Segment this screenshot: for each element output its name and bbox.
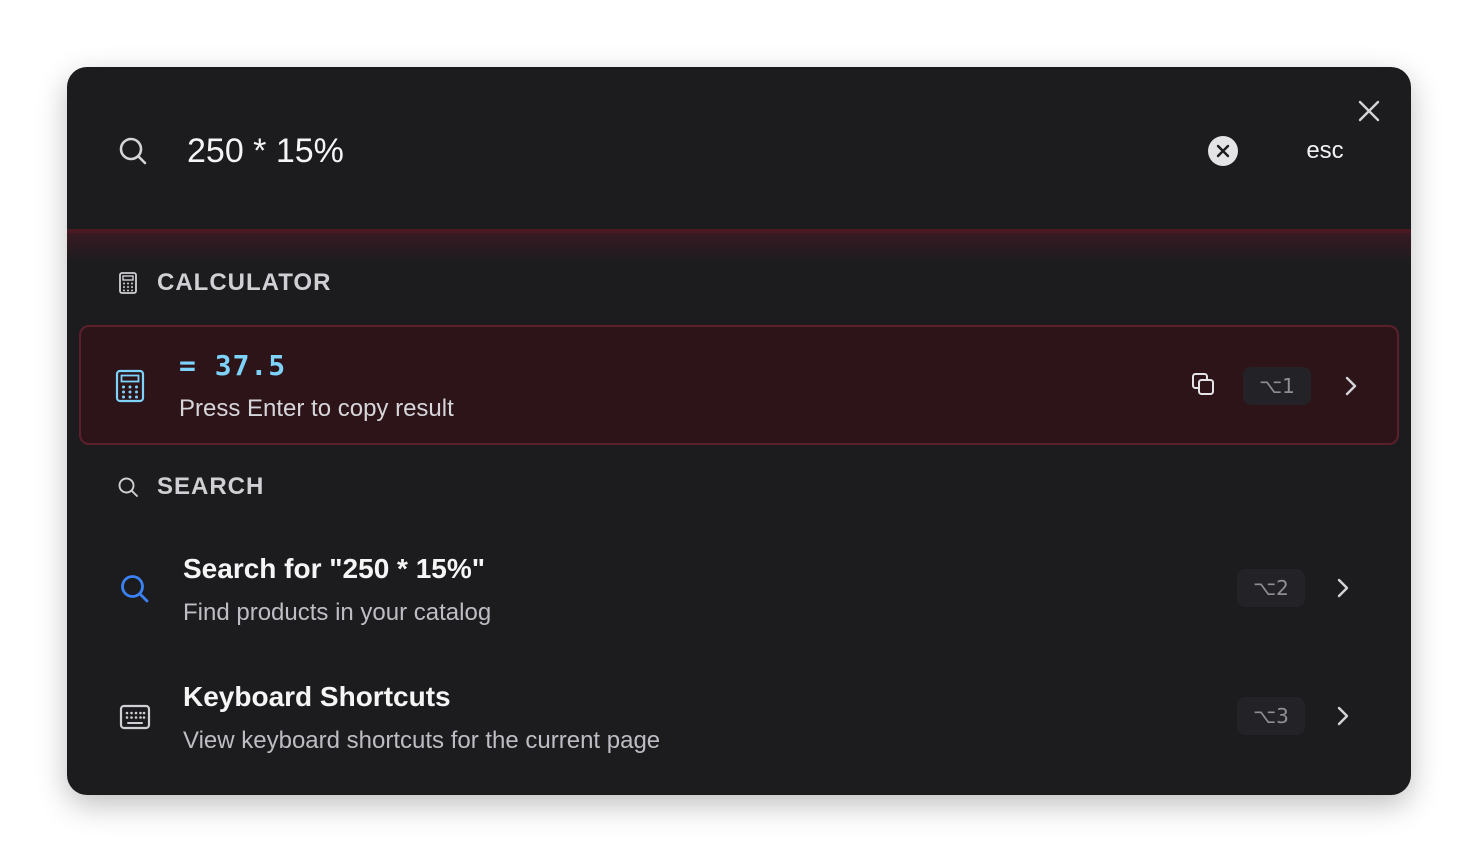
chevron-right-icon[interactable] — [1335, 705, 1351, 732]
item-title: Search for "250 * 15%" — [183, 553, 486, 584]
chevron-right-icon[interactable] — [1335, 577, 1351, 604]
esc-button[interactable]: esc — [1287, 136, 1363, 166]
copy-icon — [1192, 373, 1214, 395]
keyboard-shortcuts-item[interactable]: Keyboard Shortcuts View keyboard shortcu… — [79, 661, 1399, 771]
calculator-result-item[interactable]: = 37.5 Press Enter to copy result ⌥1 — [79, 325, 1399, 445]
item-title: Keyboard Shortcuts — [183, 681, 451, 712]
calculator-icon — [119, 272, 137, 294]
section-label: SEARCH — [157, 473, 265, 500]
command-palette: esc CALCULATOR = 37.5 Press Enter to cop… — [67, 67, 1411, 795]
section-label: CALCULATOR — [157, 269, 332, 296]
item-subtitle: Find products in your catalog — [183, 599, 492, 626]
shortcut-badge: ⌥2 — [1237, 569, 1305, 607]
keyboard-icon — [119, 704, 151, 730]
clear-icon — [1216, 144, 1230, 158]
calculator-icon — [115, 369, 145, 403]
calculator-section-heading: CALCULATOR — [117, 268, 331, 298]
search-icon — [118, 477, 138, 497]
shortcut-badge: ⌥1 — [1243, 367, 1311, 405]
search-input[interactable] — [187, 125, 1187, 177]
search-bar: esc — [67, 67, 1411, 231]
search-icon — [121, 575, 149, 603]
search-icon — [117, 135, 149, 167]
calculator-result-value: = 37.5 — [179, 349, 287, 382]
calculator-result-hint: Press Enter to copy result — [179, 395, 454, 422]
copy-button[interactable] — [1191, 372, 1215, 401]
search-products-item[interactable]: Search for "250 * 15%" Find products in … — [79, 533, 1399, 643]
chevron-right-icon[interactable] — [1343, 375, 1359, 402]
clear-search-button[interactable] — [1208, 136, 1238, 166]
search-section-heading: SEARCH — [117, 472, 264, 502]
item-subtitle: View keyboard shortcuts for the current … — [183, 727, 661, 754]
shortcut-badge: ⌥3 — [1237, 697, 1305, 735]
